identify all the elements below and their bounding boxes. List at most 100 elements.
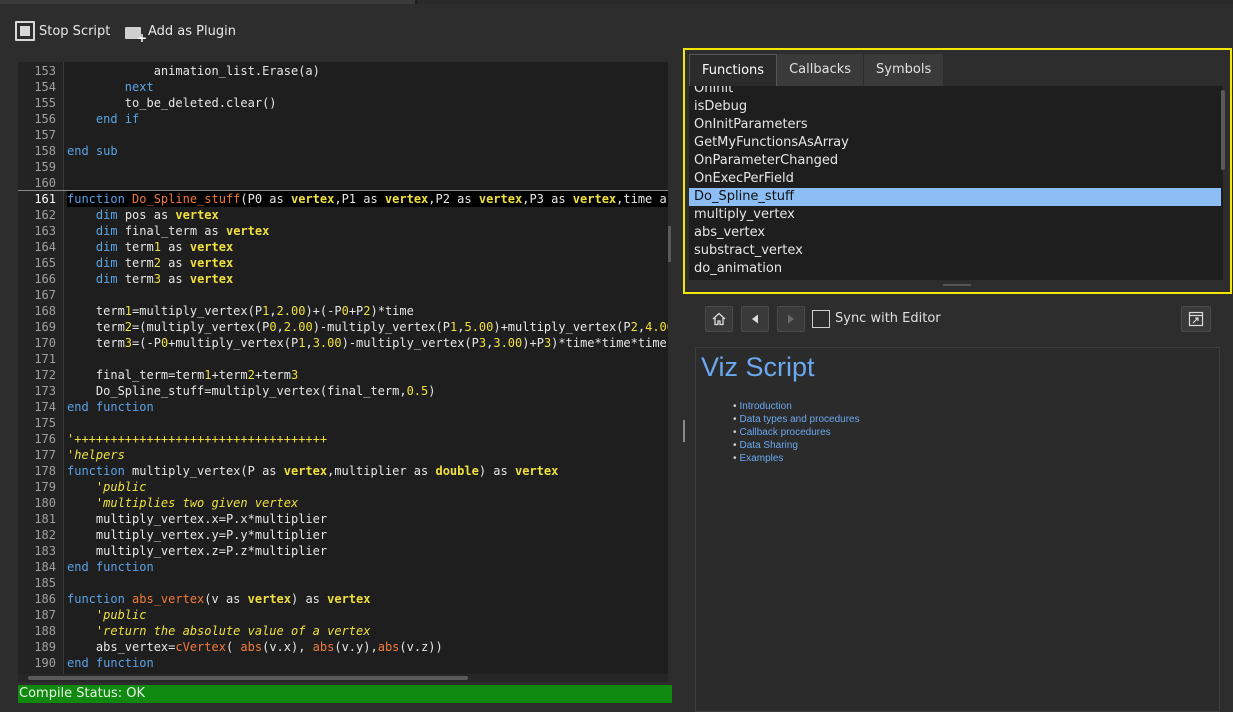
code-token: term xyxy=(67,304,125,318)
functions-list-scrollbar[interactable] xyxy=(1221,90,1225,170)
code-line[interactable]: 178 function multiply_vertex(P as vertex,… xyxy=(18,463,668,479)
code-line[interactable]: 171 xyxy=(18,351,668,367)
code-token: term xyxy=(117,272,154,286)
code-token: (v as xyxy=(204,592,248,606)
code-line[interactable]: 187 'public xyxy=(18,607,668,623)
tab-functions[interactable]: Functions xyxy=(689,54,778,86)
code-line[interactable]: 183 multiply_vertex.z=P.z*multiplier xyxy=(18,543,668,559)
help-link[interactable]: Data Sharing xyxy=(740,440,798,451)
code-line[interactable]: 181 multiply_vertex.x=P.x*multiplier xyxy=(18,511,668,527)
functions-list[interactable]: OnInit isDebug OnInitParameters GetMyFuncti… xyxy=(689,86,1223,280)
code-line[interactable]: 163 dim final_term as vertex xyxy=(18,223,668,239)
code-line[interactable]: 177 'helpers xyxy=(18,447,668,463)
function-list-item[interactable]: multiply_vertex xyxy=(689,206,1221,224)
code-line[interactable]: 154 next xyxy=(18,79,668,95)
code-line[interactable]: 169 term2=(multiply_vertex(P0,2.00)-mult… xyxy=(18,319,668,335)
code-line[interactable]: 180 'multiplies two given vertex xyxy=(18,495,668,511)
code-text: animation_list.Erase(a) xyxy=(67,63,320,79)
home-button[interactable] xyxy=(705,306,733,332)
code-line[interactable]: 174 end function xyxy=(18,399,668,415)
code-token: end function xyxy=(67,400,154,414)
code-token: multiply_vertex(P as xyxy=(124,464,284,478)
function-list-item[interactable]: OnInitParameters xyxy=(689,116,1221,134)
code-line[interactable]: 173 Do_Spline_stuff=multiply_vertex(fina… xyxy=(18,383,668,399)
code-token: 3 xyxy=(124,336,133,350)
help-link[interactable]: Introduction xyxy=(740,401,792,412)
help-link[interactable]: Examples xyxy=(740,453,784,464)
editor-scroll-thumb[interactable] xyxy=(28,676,468,680)
code-line[interactable]: 156 end if xyxy=(18,111,668,127)
code-line[interactable]: 182 multiply_vertex.y=P.y*multiplier xyxy=(18,527,668,543)
line-number: 181 xyxy=(34,512,56,526)
function-list-item[interactable]: abs_vertex xyxy=(689,224,1221,242)
code-line[interactable]: 190 end function xyxy=(18,655,668,671)
help-link[interactable]: Data types and procedures xyxy=(740,414,860,425)
code-line[interactable]: 175 xyxy=(18,415,668,431)
code-line[interactable]: 162 dim pos as vertex xyxy=(18,207,668,223)
code-line[interactable]: 166 dim term3 as vertex xyxy=(18,271,668,287)
code-line[interactable]: 153 animation_list.Erase(a) xyxy=(18,63,668,79)
function-list-item[interactable]: substract_vertex xyxy=(689,242,1221,260)
function-list-item[interactable]: GetMyFunctionsAsArray xyxy=(689,134,1221,152)
code-line[interactable]: 159 xyxy=(18,159,668,175)
code-line[interactable]: 165 dim term2 as vertex xyxy=(18,255,668,271)
stop-script-button[interactable]: Stop Script xyxy=(15,20,110,42)
function-list-item[interactable]: do_animation xyxy=(689,260,1221,278)
code-token: , xyxy=(276,320,284,334)
code-line[interactable]: 157 xyxy=(18,127,668,143)
code-text: end function xyxy=(67,399,154,415)
code-line[interactable]: 184 end function xyxy=(18,559,668,575)
code-token: ) as xyxy=(478,464,515,478)
function-list-item[interactable]: OnParameterChanged xyxy=(689,152,1221,170)
code-line[interactable]: 172 final_term=term1+term2+term3 xyxy=(18,367,668,383)
code-line[interactable]: 188 'return the absolute value of a vert… xyxy=(18,623,668,639)
code-line[interactable]: 189 abs_vertex=cVertex( abs(v.x), abs(v.… xyxy=(18,639,668,655)
function-list-item[interactable]: Do_Spline_stuff xyxy=(689,188,1221,206)
code-token: term xyxy=(117,240,154,254)
code-line[interactable]: 167 xyxy=(18,287,668,303)
function-list-item[interactable]: isDebug xyxy=(689,98,1221,116)
back-button[interactable] xyxy=(741,306,769,332)
code-token: multiply_vertex.x=P.x*multiplier xyxy=(67,512,328,526)
code-line[interactable]: 161 function Do_Spline_stuff(P0 as vertex… xyxy=(18,190,668,207)
code-line[interactable]: 185 xyxy=(18,575,668,591)
line-number: 173 xyxy=(34,384,56,398)
code-text: multiply_vertex.x=P.x*multiplier xyxy=(67,511,327,527)
function-list-item[interactable]: OnExecPerField xyxy=(689,170,1221,188)
help-title: Viz Script xyxy=(701,352,815,382)
forward-button[interactable] xyxy=(777,306,805,332)
top-strip xyxy=(0,0,1233,4)
code-token: end function xyxy=(67,656,154,670)
editor-horizontal-scrollbar[interactable] xyxy=(18,674,668,682)
code-line[interactable]: 160 xyxy=(18,175,668,191)
editor-vertical-scroll-marker[interactable] xyxy=(668,226,671,262)
sync-with-editor-checkbox[interactable] xyxy=(812,310,830,328)
code-token: 'helpers xyxy=(67,448,125,462)
code-line[interactable]: 158 end sub xyxy=(18,143,668,159)
pane-splitter-handle[interactable] xyxy=(683,420,685,442)
code-line[interactable]: 155 to_be_deleted.clear() xyxy=(18,95,668,111)
function-list-item[interactable]: OnInit xyxy=(689,86,1221,98)
code-line[interactable]: 179 'public xyxy=(18,479,668,495)
help-link[interactable]: Callback procedures xyxy=(740,427,831,438)
code-editor[interactable]: 153 animation_list.Erase(a) 154 next 155 t… xyxy=(18,62,668,674)
code-token: =multiply_vertex(P xyxy=(132,304,263,318)
add-as-plugin-button[interactable]: Add as Plugin xyxy=(124,20,236,45)
code-line[interactable]: 164 dim term1 as vertex xyxy=(18,239,668,255)
code-token: vertex xyxy=(189,256,234,270)
code-line[interactable]: 168 term1=multiply_vertex(P1,2.00)+(-P0+… xyxy=(18,303,668,319)
tab-callbacks[interactable]: Callbacks xyxy=(777,54,865,86)
code-line[interactable]: 176 '+++++++++++++++++++++++++++++++++++ xyxy=(18,431,668,447)
tab-symbols[interactable]: Symbols xyxy=(864,54,945,86)
code-token: vertex xyxy=(247,592,291,606)
code-token: dim xyxy=(95,272,118,286)
code-token: vertex xyxy=(478,192,523,206)
code-token: 0 xyxy=(341,304,349,318)
line-number: 169 xyxy=(34,320,56,334)
code-text: end if xyxy=(67,111,139,127)
code-line[interactable]: 170 term3=(-P0+multiply_vertex(P1,3.00)-… xyxy=(18,335,668,351)
functions-list-resize-grip[interactable] xyxy=(943,284,971,286)
open-external-button[interactable] xyxy=(1181,306,1211,332)
line-number: 157 xyxy=(34,128,56,142)
code-line[interactable]: 186 function abs_vertex(v as vertex) as v… xyxy=(18,591,668,607)
